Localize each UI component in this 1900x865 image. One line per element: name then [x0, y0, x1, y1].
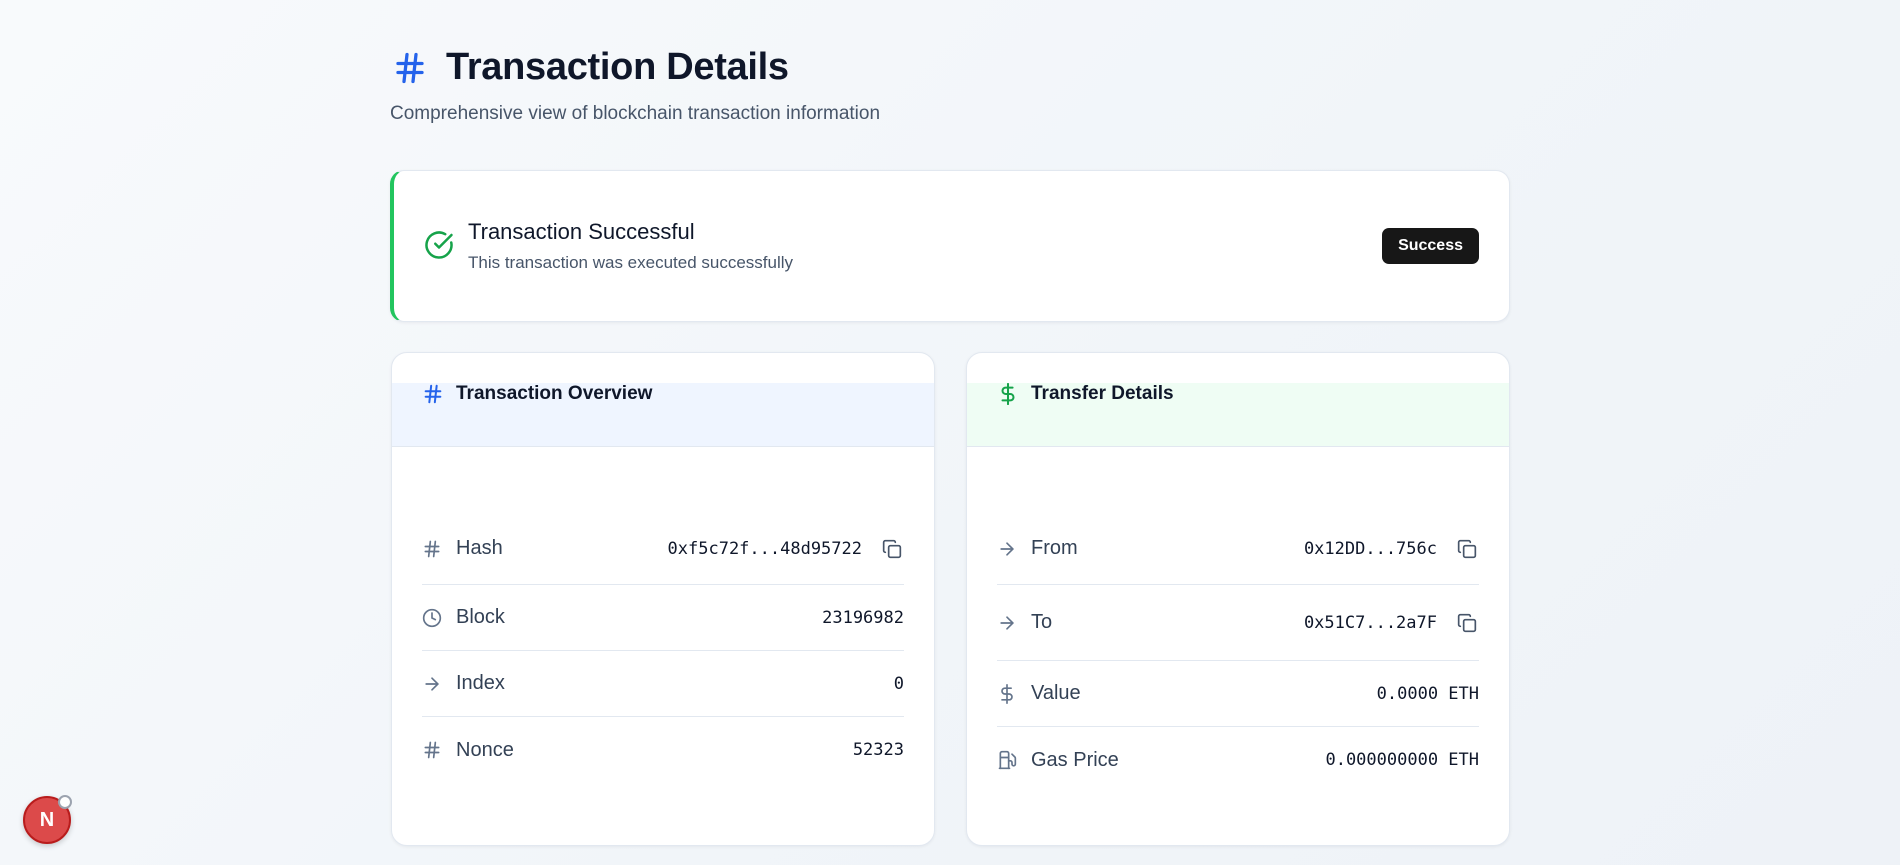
fuel-icon	[997, 750, 1017, 770]
hash-icon	[390, 48, 430, 88]
index-value: 0	[893, 673, 904, 694]
overview-rows: Hash 0xf5c72f...48d95722 Block 23196982 …	[422, 513, 904, 783]
row-label: Index	[422, 672, 505, 695]
value-row: Value 0.0000 ETH	[997, 661, 1479, 727]
card-title: Transaction Overview	[456, 383, 653, 404]
row-label: To	[997, 611, 1052, 634]
row-value: 23196982	[822, 608, 904, 628]
copy-from-button[interactable]	[1455, 537, 1479, 561]
row-label: Nonce	[422, 739, 514, 762]
row-value: 0xf5c72f...48d95722	[668, 537, 904, 561]
page-title: Transaction Details	[446, 46, 789, 88]
clock-icon	[422, 608, 442, 628]
row-label: Gas Price	[997, 749, 1119, 772]
from-row: From 0x12DD...756c	[997, 513, 1479, 585]
value-amount: 0.0000 ETH	[1376, 683, 1479, 704]
card-title-row: Transfer Details	[997, 382, 1174, 406]
copy-icon	[1457, 539, 1477, 558]
block-row: Block 23196982	[422, 585, 904, 651]
dollar-icon	[997, 382, 1019, 406]
hash-value: 0xf5c72f...48d95722	[667, 538, 862, 559]
copy-hash-button[interactable]	[880, 537, 904, 561]
nonce-row: Nonce 52323	[422, 717, 904, 783]
from-value: 0x12DD...756c	[1303, 538, 1437, 559]
row-value: 0.000000000 ETH	[1325, 750, 1479, 770]
row-value: 0x51C7...2a7F	[1304, 611, 1479, 635]
hash-icon	[422, 383, 444, 405]
check-circle-icon	[424, 230, 454, 260]
index-row: Index 0	[422, 651, 904, 717]
arrow-right-icon	[997, 613, 1017, 633]
copy-icon	[1457, 613, 1477, 632]
row-value: 0.0000 ETH	[1377, 684, 1479, 704]
arrow-right-icon	[997, 539, 1017, 559]
gas-price-value: 0.000000000 ETH	[1325, 750, 1479, 770]
gas-price-row: Gas Price 0.000000000 ETH	[997, 727, 1479, 793]
from-label: From	[1031, 537, 1078, 559]
value-label: Value	[1031, 682, 1081, 704]
row-label: Hash	[422, 537, 503, 560]
nonce-label: Nonce	[456, 738, 514, 761]
status-badge: Success	[1382, 228, 1479, 264]
floating-avatar-button[interactable]: N	[23, 795, 72, 844]
card-title-row: Transaction Overview	[422, 383, 652, 405]
to-label: To	[1031, 611, 1053, 633]
avatar-letter: N	[39, 808, 55, 831]
transfer-rows: From 0x12DD...756c To 0x51C7...2a7F Valu…	[997, 513, 1479, 793]
row-value: 0x12DD...756c	[1304, 537, 1479, 561]
row-label: Block	[422, 606, 505, 629]
page-header: Transaction Details Comprehensive view o…	[390, 46, 880, 125]
notification-dot	[58, 795, 72, 809]
page-subtitle: Comprehensive view of blockchain transac…	[390, 103, 881, 124]
status-description: This transaction was executed successful…	[468, 253, 794, 272]
row-label: From	[997, 537, 1078, 560]
status-text: Transaction Successful This transaction …	[468, 219, 1382, 273]
transfer-details-card: Transfer Details From 0x12DD...756c To 0…	[966, 352, 1510, 846]
hash-icon	[422, 740, 442, 760]
to-row: To 0x51C7...2a7F	[997, 585, 1479, 661]
transaction-overview-card: Transaction Overview Hash 0xf5c72f...48d…	[391, 352, 935, 846]
index-label: Index	[456, 672, 505, 694]
row-label: Value	[997, 682, 1081, 705]
block-label: Block	[456, 606, 505, 628]
hash-label: Hash	[456, 537, 503, 559]
block-value: 23196982	[822, 607, 904, 628]
hash-row: Hash 0xf5c72f...48d95722	[422, 513, 904, 585]
row-value: 52323	[853, 740, 904, 760]
arrow-right-icon	[422, 674, 442, 694]
status-title: Transaction Successful	[468, 219, 695, 244]
status-card: Transaction Successful This transaction …	[390, 170, 1510, 322]
gas-price-label: Gas Price	[1031, 748, 1119, 771]
card-title: Transfer Details	[1031, 383, 1174, 404]
dollar-icon	[997, 683, 1017, 704]
row-value: 0	[894, 674, 904, 694]
page: Transaction Details Comprehensive view o…	[0, 0, 1900, 865]
hash-icon	[422, 539, 442, 559]
copy-to-button[interactable]	[1455, 611, 1479, 635]
nonce-value: 52323	[852, 740, 904, 760]
to-value: 0x51C7...2a7F	[1303, 612, 1437, 633]
title-row: Transaction Details	[390, 46, 880, 89]
copy-icon	[882, 539, 902, 558]
